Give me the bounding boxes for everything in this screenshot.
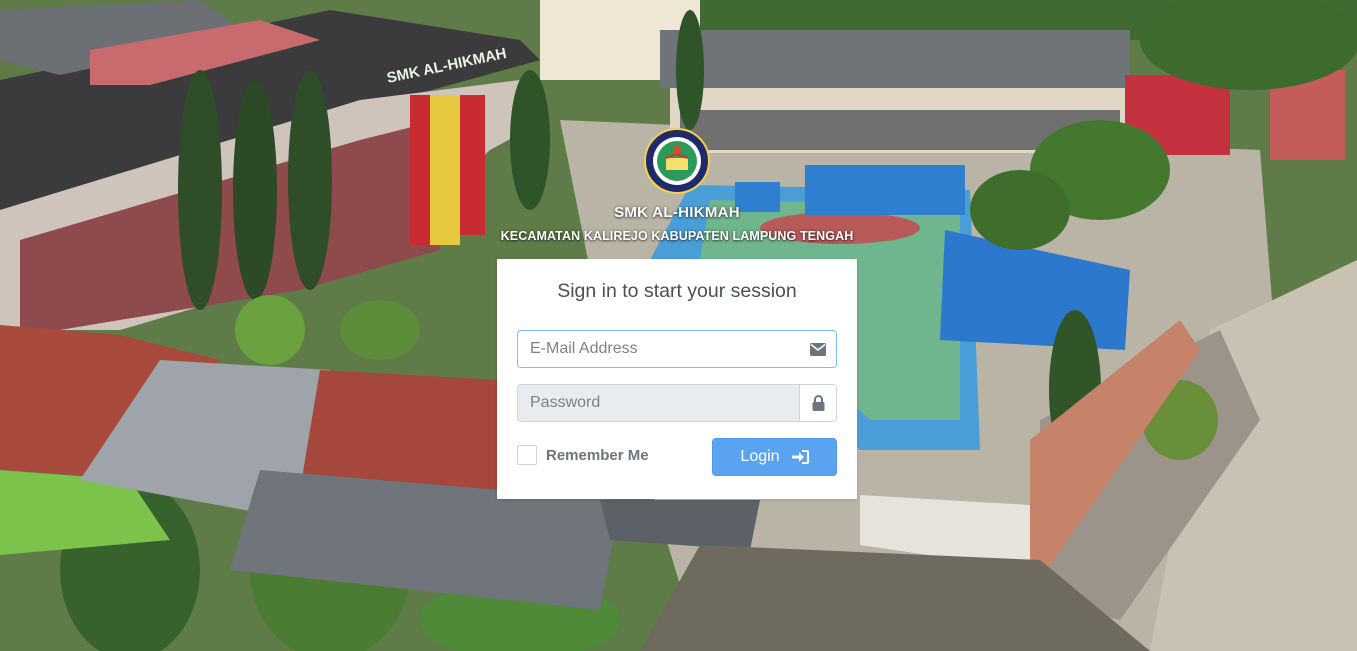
- password-field[interactable]: [517, 384, 799, 422]
- remember-me-label[interactable]: Remember Me: [546, 447, 649, 464]
- login-button-label: Login: [740, 448, 780, 465]
- login-card: Sign in to start your session Remember M…: [497, 259, 857, 499]
- email-input-group: [517, 330, 837, 368]
- password-input-group: [517, 384, 837, 422]
- login-button[interactable]: Login: [712, 438, 837, 476]
- lock-icon: [799, 384, 837, 422]
- envelope-icon: [799, 330, 837, 368]
- email-field[interactable]: [517, 330, 799, 368]
- login-box-message: Sign in to start your session: [557, 280, 797, 302]
- sign-in-icon: [791, 450, 809, 464]
- school-logo-icon: [644, 128, 710, 194]
- remember-me-checkbox[interactable]: [517, 445, 537, 465]
- school-location: KECAMATAN KALIREJO KABUPATEN LAMPUNG TEN…: [500, 229, 854, 243]
- school-name: SMK AL-HIKMAH: [614, 204, 740, 221]
- brand-header: SMK AL-HIKMAH KECAMATAN KALIREJO KABUPAT…: [497, 128, 857, 243]
- remember-me[interactable]: Remember Me: [517, 444, 649, 466]
